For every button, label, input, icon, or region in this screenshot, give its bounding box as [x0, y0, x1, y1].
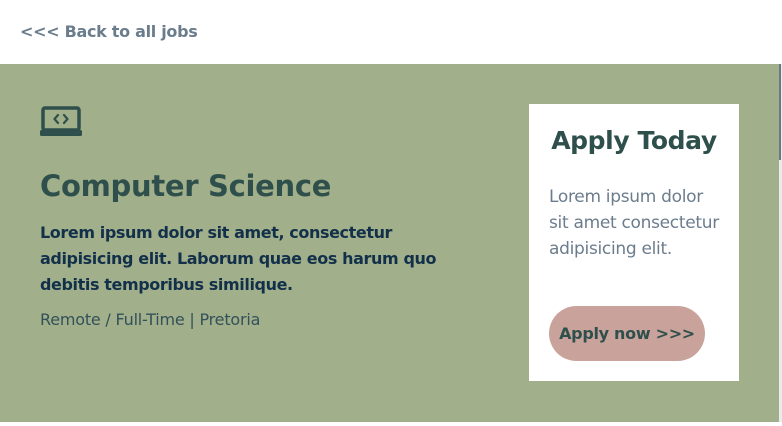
- apply-now-button[interactable]: Apply now >>>: [549, 306, 705, 361]
- job-summary: Lorem ipsum dolor sit amet, consectetur …: [40, 223, 437, 294]
- laptop-code-icon: [40, 106, 82, 136]
- job-meta: Remote / Full-Time | Pretoria: [40, 310, 261, 329]
- apply-card: Apply Today Lorem ipsum dolor sit amet c…: [529, 104, 739, 381]
- job-title: Computer Science: [40, 169, 332, 203]
- page-footer-edge: [0, 422, 782, 426]
- apply-heading: Apply Today: [551, 126, 717, 155]
- scrollbar-thumb[interactable]: [779, 64, 781, 160]
- apply-description: Lorem ipsum dolor sit amet consectetur a…: [549, 187, 719, 259]
- job-hero: Computer Science Lorem ipsum dolor sit a…: [0, 64, 779, 422]
- top-bar: <<< Back to all jobs: [0, 0, 782, 64]
- back-to-jobs-link[interactable]: <<< Back to all jobs: [20, 22, 198, 41]
